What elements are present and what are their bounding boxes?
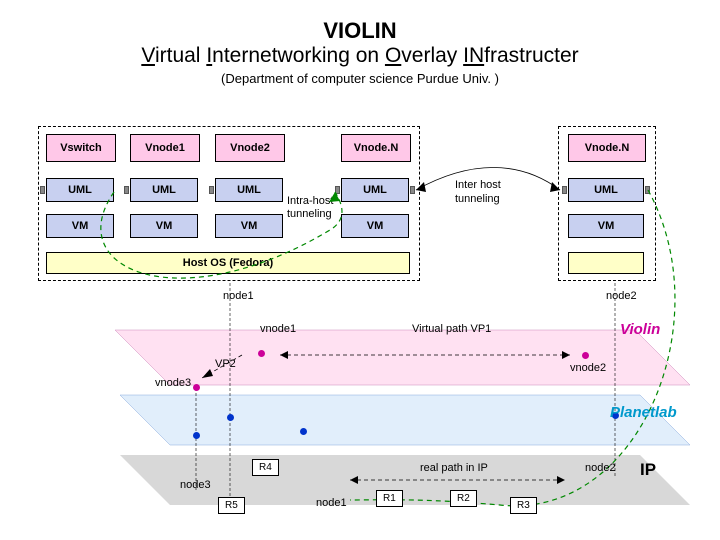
inter-host-label: Inter host tunneling <box>455 178 525 206</box>
port-tab <box>645 186 650 194</box>
vnoden-left-vm: VM <box>341 214 409 238</box>
subtitle-irtual: irtual <box>155 44 206 67</box>
r4-box: R4 <box>252 459 279 476</box>
real-path-label: real path in IP <box>420 462 488 474</box>
vswitch-uml: UML <box>46 178 114 202</box>
vnoden-right-uml: UML <box>568 178 644 202</box>
host-os-right <box>568 252 644 274</box>
vnoden-left-box: Vnode.N <box>341 134 411 162</box>
node2-top-label: node2 <box>606 290 637 302</box>
r1-box: R1 <box>376 490 403 507</box>
ip-layer-label: IP <box>640 460 656 480</box>
port-tab <box>410 186 415 194</box>
planetlab-layer-label: Planetlab <box>610 404 677 421</box>
port-tab <box>562 186 567 194</box>
port-tab <box>335 186 340 194</box>
host-os-left: Host OS (Fedora) <box>46 252 410 274</box>
vnode2-vm: VM <box>215 214 283 238</box>
pl-dot-3 <box>300 428 307 435</box>
vnoden-right-box: Vnode.N <box>568 134 646 162</box>
subtitle-verlay: verlay <box>401 44 463 67</box>
vnode1-dot <box>258 350 265 357</box>
department-label: (Department of computer science Purdue U… <box>0 71 720 86</box>
vnode1-vm: VM <box>130 214 198 238</box>
vnode2-uml: UML <box>215 178 283 202</box>
vnode1-box: Vnode1 <box>130 134 200 162</box>
node1-ip-label: node1 <box>316 497 347 509</box>
vnode2-dot <box>582 352 589 359</box>
vp2-label: VP2 <box>215 358 236 370</box>
title-main: VIOLIN <box>0 0 720 44</box>
intra-host-label: Intra-host tunneling <box>287 195 342 221</box>
vp1-label: Virtual path VP1 <box>412 323 491 335</box>
node2-ip-label: node2 <box>585 462 616 474</box>
vnode2-label: vnode2 <box>570 362 606 374</box>
vswitch-vm: VM <box>46 214 114 238</box>
node3-label: node3 <box>180 479 211 491</box>
pl-dot-2 <box>193 432 200 439</box>
vnode3-label: vnode3 <box>155 377 191 389</box>
vnode1-uml: UML <box>130 178 198 202</box>
violin-layer-label: Violin <box>620 321 660 338</box>
r5-box: R5 <box>218 497 245 514</box>
subtitle-in: IN <box>463 44 484 67</box>
vswitch-box: Vswitch <box>46 134 116 162</box>
subtitle-nternetworking: nternetworking on <box>212 44 385 67</box>
pl-dot-1 <box>227 414 234 421</box>
r3-box: R3 <box>510 497 537 514</box>
subtitle: Virtual Internetworking on Overlay INfra… <box>0 44 720 68</box>
subtitle-frastructer: frastructer <box>484 44 579 67</box>
subtitle-v: V <box>141 44 155 67</box>
vnode2-box: Vnode2 <box>215 134 285 162</box>
vnoden-right-vm: VM <box>568 214 644 238</box>
r2-box: R2 <box>450 490 477 507</box>
subtitle-o: O <box>385 44 401 67</box>
node1-top-label: node1 <box>223 290 254 302</box>
port-tab <box>209 186 214 194</box>
vnode3-dot <box>193 384 200 391</box>
port-tab <box>40 186 45 194</box>
vnoden-left-uml: UML <box>341 178 409 202</box>
vnode1-label: vnode1 <box>260 323 296 335</box>
port-tab <box>124 186 129 194</box>
